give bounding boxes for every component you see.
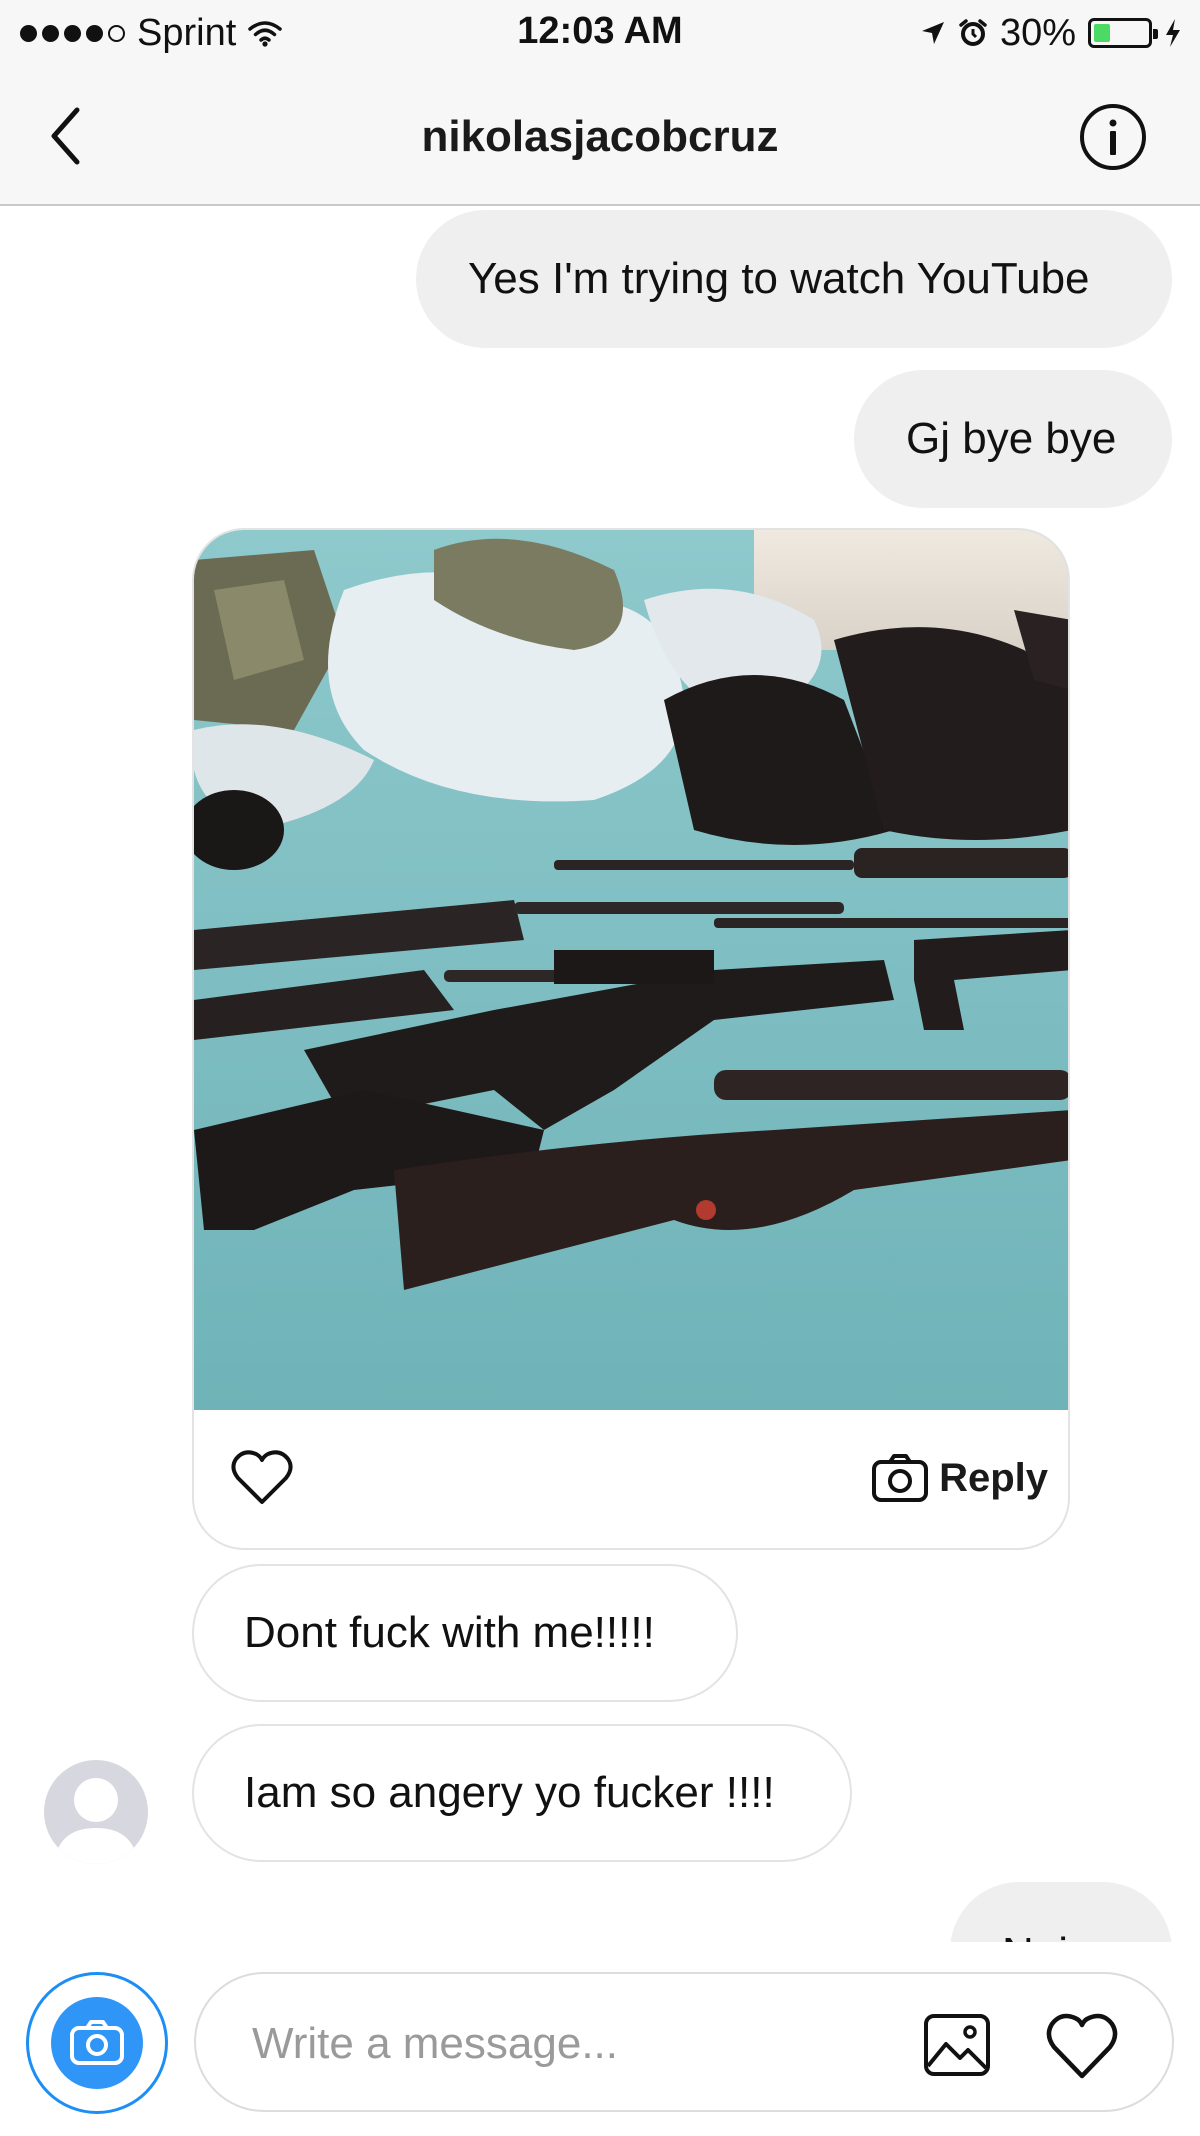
photo-message[interactable]: Reply (192, 528, 1070, 1550)
message-composer (0, 1942, 1200, 2136)
message-bubble-outgoing[interactable]: Noice (950, 1882, 1172, 1942)
message-input-field[interactable] (194, 1972, 1174, 2112)
message-bubble-incoming[interactable]: Dont fuck with me!!!!! (192, 1564, 738, 1702)
shared-photo[interactable] (194, 530, 1070, 1410)
photo-actions: Reply (194, 1410, 1068, 1548)
avatar-placeholder-icon (54, 1778, 138, 1864)
message-bubble-outgoing[interactable]: Yes I'm trying to watch YouTube (416, 210, 1172, 348)
message-text: Iam so angery yo fucker !!!! (244, 1768, 775, 1817)
heart-icon[interactable] (1044, 2008, 1120, 2084)
message-bubble-incoming[interactable]: Iam so angery yo fucker !!!! (192, 1724, 852, 1862)
battery-percent: 30% (999, 11, 1076, 54)
battery-icon (1088, 18, 1158, 48)
message-text: Noice (1002, 1932, 1115, 1943)
camera-icon (872, 1454, 929, 1502)
alarm-clock-icon (959, 19, 987, 46)
reply-button[interactable]: Reply (871, 1448, 1048, 1508)
avatar[interactable] (44, 1760, 148, 1864)
message-thread[interactable]: Yes I'm trying to watch YouTube Gj bye b… (0, 206, 1200, 1942)
camera-icon (51, 1997, 143, 2089)
message-input[interactable] (252, 2009, 852, 2079)
message-text: Gj bye bye (906, 414, 1117, 463)
status-bar: Sprint 12:03 AM 30% (0, 0, 1200, 66)
message-text: Dont fuck with me!!!!! (244, 1608, 655, 1657)
message-bubble-outgoing[interactable]: Gj bye bye (854, 370, 1172, 508)
heart-icon[interactable] (230, 1446, 294, 1510)
gallery-icon[interactable] (922, 2010, 992, 2080)
reply-label: Reply (939, 1455, 1048, 1500)
location-arrow-icon (921, 22, 944, 44)
status-right: 30% (920, 10, 1182, 56)
info-icon[interactable] (1078, 102, 1148, 172)
camera-button[interactable] (26, 1972, 168, 2114)
message-text: Yes I'm trying to watch YouTube (468, 254, 1090, 303)
battery-fill (1094, 24, 1110, 42)
conversation-title[interactable]: nikolasjacobcruz (0, 112, 1200, 162)
conversation-header: nikolasjacobcruz (0, 66, 1200, 206)
charging-bolt-icon (1166, 19, 1180, 47)
